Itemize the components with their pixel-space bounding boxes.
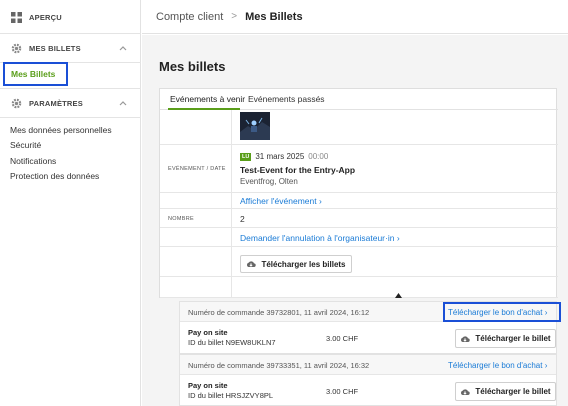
event-date-label: EVÉNEMENT / DATE xyxy=(168,166,226,172)
page-title: Mes billets xyxy=(159,59,226,74)
cloud-download-icon xyxy=(246,260,257,268)
order-number: Numéro de commande 39733351, 11 avril 20… xyxy=(188,361,370,370)
order-item: Numéro de commande 39733351, 11 avril 20… xyxy=(179,354,557,406)
gear-icon xyxy=(10,42,22,54)
payment-method: Pay on site xyxy=(188,381,228,390)
breadcrumb-current: Mes Billets xyxy=(245,10,303,23)
view-event-link[interactable]: Afficher l'événement › xyxy=(240,196,322,206)
day-badge: LU xyxy=(240,152,252,161)
sidebar-item-notifications[interactable]: Notifications xyxy=(10,156,56,166)
sidebar-section-tickets-label: MES BILLETS xyxy=(29,43,81,53)
sidebar-item-overview[interactable]: APERÇU xyxy=(0,2,141,32)
view-event-row: Afficher l'événement › xyxy=(160,193,558,209)
event-date-text: 31 mars 2025 xyxy=(255,152,305,161)
download-ticket-label: Télécharger le billet xyxy=(475,334,551,343)
sidebar-section-settings[interactable]: PARAMÈTRES xyxy=(0,88,141,118)
cancel-request-link[interactable]: Demander l'annulation à l'organisateur·i… xyxy=(240,233,400,243)
sidebar-item-my-tickets-label: Mes Billets xyxy=(11,69,56,79)
tab-past[interactable]: Evénements passés xyxy=(248,94,325,104)
event-time: 00:00 xyxy=(308,152,329,161)
ticket-id: ID du billet N9EW8UKLN7 xyxy=(188,338,276,347)
payment-method: Pay on site xyxy=(188,328,228,337)
main-content: Mes billets Evénements à venir Evénement… xyxy=(142,35,568,406)
download-ticket-button[interactable]: Télécharger le billet xyxy=(455,329,556,348)
sidebar-section-settings-label: PARAMÈTRES xyxy=(29,98,83,108)
order-header: Numéro de commande 39733351, 11 avril 20… xyxy=(180,355,556,375)
download-ticket-label: Télécharger le billet xyxy=(475,387,551,396)
ticket-id: ID du billet HRSJZVY8PL xyxy=(188,391,274,400)
cloud-download-icon xyxy=(460,335,471,343)
voucher-link-highlight xyxy=(443,302,561,322)
ticket-price: 3.00 CHF xyxy=(326,334,359,343)
event-thumbnail[interactable] xyxy=(240,112,270,140)
gear-icon xyxy=(10,97,22,109)
sidebar: APERÇU MES BILLETS Mes Billets PARAMÈTRE… xyxy=(0,0,141,406)
cloud-download-icon xyxy=(460,388,471,396)
ticket-count-value: 2 xyxy=(240,214,245,224)
tab-upcoming[interactable]: Evénements à venir xyxy=(170,94,245,104)
download-tickets-button[interactable]: Télécharger les billets xyxy=(240,255,352,273)
sidebar-item-data-protection[interactable]: Protection des données xyxy=(10,171,99,181)
tabs: Evénements à venir Evénements passés xyxy=(160,89,558,110)
sidebar-overview-label: APERÇU xyxy=(29,12,62,22)
download-tickets-label: Télécharger les billets xyxy=(261,259,346,269)
collapse-row xyxy=(160,277,558,298)
grid-icon xyxy=(10,11,22,23)
chevron-up-icon xyxy=(119,99,127,108)
sidebar-section-tickets[interactable]: MES BILLETS xyxy=(0,33,141,63)
breadcrumb-parent[interactable]: Compte client xyxy=(156,11,223,23)
breadcrumb-separator: > xyxy=(231,11,238,22)
chevron-up-icon xyxy=(119,44,127,53)
event-date-row: EVÉNEMENT / DATE xyxy=(160,145,558,193)
download-tickets-row xyxy=(160,247,558,277)
event-date: LU 31 mars 2025 00:00 xyxy=(240,152,328,161)
event-location: Eventfrog, Olten xyxy=(240,177,298,186)
sidebar-item-security[interactable]: Sécurité xyxy=(10,140,41,150)
ticket-count-label: NOMBRE xyxy=(168,216,194,222)
sidebar-item-personal-data[interactable]: Mes données personnelles xyxy=(10,125,112,135)
divider xyxy=(0,117,141,118)
breadcrumb: Compte client > Mes Billets xyxy=(142,0,568,34)
ticket-price: 3.00 CHF xyxy=(326,387,359,396)
ticket-count-row: NOMBRE 2 xyxy=(160,209,558,228)
cancel-request-row: Demander l'annulation à l'organisateur·i… xyxy=(160,228,558,247)
download-ticket-button[interactable]: Télécharger le billet xyxy=(455,382,556,401)
event-title: Test-Event for the Entry-App xyxy=(240,165,356,175)
sidebar-item-my-tickets[interactable]: Mes Billets xyxy=(3,62,68,86)
download-voucher-link[interactable]: Télécharger le bon d'achat › xyxy=(448,361,547,370)
order-number: Numéro de commande 39732801, 11 avril 20… xyxy=(188,308,370,317)
event-thumbnail-row xyxy=(160,110,558,145)
